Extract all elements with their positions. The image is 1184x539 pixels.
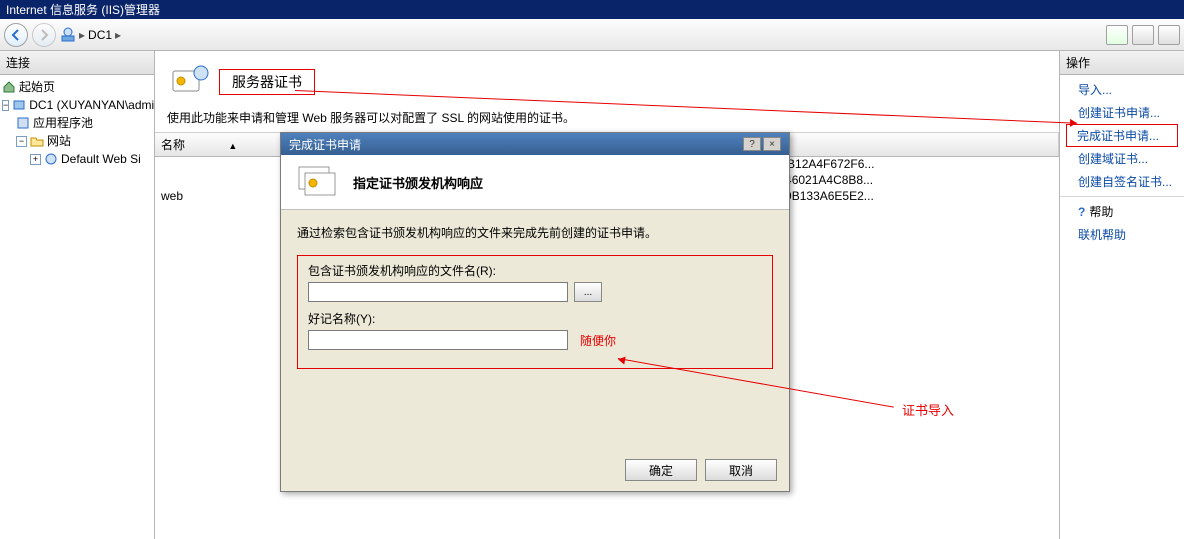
action-create-cert-request[interactable]: 创建证书申请... (1060, 101, 1184, 124)
actions-title: 操作 (1060, 51, 1184, 75)
dialog-titlebar[interactable]: 完成证书申请 ? × (281, 133, 789, 155)
breadcrumb-node[interactable]: DC1 (88, 28, 112, 42)
action-online-help[interactable]: 联机帮助 (1060, 223, 1184, 246)
dialog-description: 通过检索包含证书颁发机构响应的文件来完成先前创建的证书申请。 (297, 224, 773, 241)
window-titlebar: Internet 信息服务 (IIS)管理器 (0, 0, 1184, 19)
form-group-highlight: 包含证书颁发机构响应的文件名(R): ... 好记名称(Y): 随便你 (297, 255, 773, 369)
folder-icon (30, 134, 44, 148)
content-header: 服务器证书 (155, 51, 1059, 109)
toolbar-button-1[interactable] (1106, 25, 1128, 45)
inline-annotation: 随便你 (580, 332, 616, 349)
tree-label: 应用程序池 (33, 114, 93, 132)
dialog-header: 指定证书颁发机构响应 (281, 155, 789, 210)
connections-title: 连接 (0, 51, 154, 75)
server-icon (60, 27, 76, 43)
complete-cert-dialog: 完成证书申请 ? × 指定证书颁发机构响应 通过检索包含证书颁发机构响应的文件来… (280, 132, 790, 492)
toolbar-button-2[interactable] (1132, 25, 1154, 45)
breadcrumb[interactable]: ▸ DC1 ▸ (60, 27, 1102, 43)
browse-button[interactable]: ... (574, 282, 602, 302)
globe-icon (44, 152, 58, 166)
tree-sites[interactable]: − 网站 (2, 132, 152, 150)
action-complete-cert-request[interactable]: 完成证书申请... (1066, 124, 1178, 147)
connections-panel: 连接 起始页 − DC1 (XUYANYAN\admini 应用程序池 − 网站 (0, 51, 155, 539)
annotation-text: 证书导入 (902, 400, 954, 419)
dialog-close-button[interactable]: × (763, 137, 781, 151)
friendly-name-label: 好记名称(Y): (308, 310, 762, 327)
nav-back-button[interactable] (4, 23, 28, 47)
tree-apppools[interactable]: 应用程序池 (2, 114, 152, 132)
action-import[interactable]: 导入... (1060, 78, 1184, 101)
page-description: 使用此功能来申请和管理 Web 服务器可以对配置了 SSL 的网站使用的证书。 (155, 109, 1059, 132)
window-title: Internet 信息服务 (IIS)管理器 (6, 1, 160, 18)
file-name-label: 包含证书颁发机构响应的文件名(R): (308, 262, 762, 279)
file-name-input[interactable] (308, 282, 568, 302)
collapse-icon[interactable]: − (2, 100, 9, 111)
breadcrumb-arrow: ▸ (115, 28, 121, 42)
arrowhead-icon (1070, 119, 1077, 127)
action-create-selfsigned-cert[interactable]: 创建自签名证书... (1060, 170, 1184, 193)
toolbar-right-icons (1106, 25, 1180, 45)
dialog-buttons: 确定 取消 (625, 459, 777, 481)
breadcrumb-arrow: ▸ (79, 28, 85, 42)
friendly-name-input[interactable] (308, 330, 568, 350)
server-icon (12, 98, 26, 112)
apppool-icon (16, 116, 30, 130)
dialog-heading: 指定证书颁发机构响应 (353, 173, 483, 192)
arrowhead-icon (617, 355, 625, 364)
home-icon (2, 80, 16, 94)
dialog-title: 完成证书申请 (289, 136, 361, 153)
tree-label: Default Web Si (61, 150, 141, 168)
tree-start-page[interactable]: 起始页 (2, 78, 152, 96)
action-create-domain-cert[interactable]: 创建域证书... (1060, 147, 1184, 170)
toolbar: ▸ DC1 ▸ (0, 19, 1184, 51)
ok-button[interactable]: 确定 (625, 459, 697, 481)
toolbar-button-3[interactable] (1158, 25, 1180, 45)
tree-label: DC1 (XUYANYAN\admini (29, 96, 163, 114)
tree-label: 起始页 (19, 78, 55, 96)
tree-label: 网站 (47, 132, 71, 150)
action-help[interactable]: ?帮助 (1060, 196, 1184, 223)
expand-icon[interactable]: + (30, 154, 41, 165)
sort-asc-icon: ▲ (228, 141, 237, 151)
actions-panel: 操作 导入... 创建证书申请... 完成证书申请... 创建域证书... 创建… (1059, 51, 1184, 539)
help-icon: ? (1078, 205, 1085, 219)
connections-tree[interactable]: 起始页 − DC1 (XUYANYAN\admini 应用程序池 − 网站 + … (0, 75, 154, 171)
cancel-button[interactable]: 取消 (705, 459, 777, 481)
tree-default-site[interactable]: + Default Web Si (2, 150, 152, 168)
dialog-body: 通过检索包含证书颁发机构响应的文件来完成先前创建的证书申请。 包含证书颁发机构响… (281, 210, 789, 369)
certificate-icon (167, 61, 209, 103)
dialog-help-button[interactable]: ? (743, 137, 761, 151)
nav-forward-button[interactable] (32, 23, 56, 47)
collapse-icon[interactable]: − (16, 136, 27, 147)
certificate-icon (295, 163, 341, 201)
tree-server[interactable]: − DC1 (XUYANYAN\admini (2, 96, 152, 114)
